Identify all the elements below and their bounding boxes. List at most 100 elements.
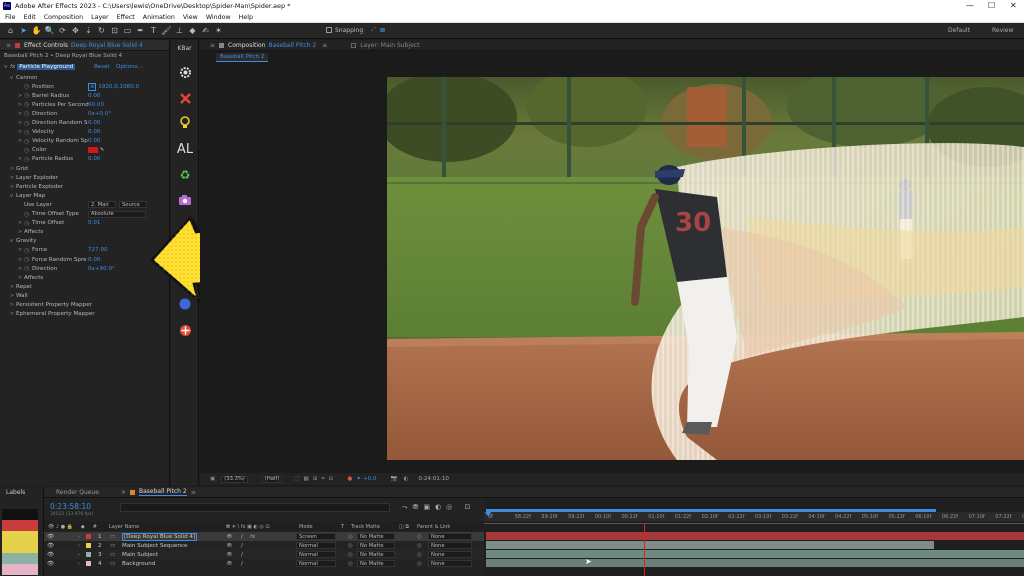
stopwatch-icon[interactable]: ◷	[24, 211, 32, 218]
orbit-tool-icon[interactable]: ⟳	[56, 25, 69, 37]
stopwatch-icon[interactable]: ◷	[24, 120, 32, 127]
timeline-switches-icons[interactable]: ⤳⛃▣◐◎ ⊡	[402, 503, 475, 512]
col-layer-name[interactable]: Layer Name	[109, 524, 139, 530]
quality-switch-icon[interactable]: /	[241, 552, 243, 558]
snapping-checkbox[interactable]	[326, 27, 332, 33]
color-swatch[interactable]	[88, 147, 98, 154]
shy-switch-icon[interactable]: ⛃	[227, 561, 232, 567]
effect-property-row[interactable]: > ◷ Direction Random S 0.00	[0, 119, 158, 128]
layer-twirl-icon[interactable]: ›	[78, 561, 80, 567]
effect-name[interactable]: Particle Playground	[17, 64, 76, 70]
composition-viewer[interactable]: 30	[387, 77, 1024, 460]
label-color-swatch[interactable]	[2, 564, 38, 575]
menu-animation[interactable]: Animation	[143, 14, 175, 21]
effect-property-value[interactable]: 0x+90.0°	[88, 266, 115, 272]
3d-view-icon[interactable]: ⊟	[329, 476, 334, 482]
effect-property-row[interactable]: ◷ Color ✎	[0, 146, 158, 155]
track-matte-pickwhip-icon[interactable]: ◎	[348, 561, 353, 567]
home-icon[interactable]: ⌂	[4, 25, 17, 37]
track-matte-dropdown[interactable]: No Matte	[357, 551, 395, 558]
time-navigator-start-icon[interactable]: ◆	[485, 509, 492, 518]
effects-switch-icon[interactable]: fx	[250, 534, 255, 540]
visibility-eye-icon[interactable]: 👁	[47, 552, 54, 558]
timeline-search-input[interactable]	[120, 503, 390, 512]
recycle-icon[interactable]: ♻	[176, 167, 194, 183]
quality-switch-icon[interactable]: /	[241, 543, 243, 549]
parent-dropdown[interactable]: None	[428, 560, 472, 567]
timeline-comp-tab[interactable]: Baseball Pitch 2	[139, 488, 187, 496]
effect-property-row[interactable]: > ◷ Force Random Spre 0.00	[0, 255, 158, 264]
effect-controls-layer-name[interactable]: Deep Royal Blue Solid 4	[71, 42, 143, 49]
label-color-swatch[interactable]	[2, 542, 38, 553]
stopwatch-icon[interactable]: ◷	[24, 220, 32, 227]
label-color-swatch[interactable]	[2, 509, 38, 520]
puppet-tool-icon[interactable]: ✶	[212, 25, 225, 37]
current-time-indicator[interactable]	[644, 523, 646, 576]
menu-help[interactable]: Help	[239, 14, 253, 21]
show-snapshot-icon[interactable]: ◐	[404, 476, 409, 482]
shy-switch-icon[interactable]: ⛃	[227, 543, 232, 549]
timeline-tab-menu-icon[interactable]: ≡	[191, 489, 196, 496]
close-icon[interactable]: ✕	[1010, 1, 1017, 10]
track-matte-pickwhip-icon[interactable]: ◎	[348, 534, 353, 540]
layer-row[interactable]: 👁 › 2 ▭ Main Subject Sequence ⛃ / Normal ◎ No Mat…	[44, 541, 484, 550]
effect-property-value[interactable]: 727.00	[88, 247, 108, 253]
shy-switch-icon[interactable]: ⛃	[227, 534, 232, 540]
quality-switch-icon[interactable]: /	[241, 561, 243, 567]
snap-options-icon[interactable]: ⤢	[371, 26, 376, 34]
region-of-interest-icon[interactable]: ⬚	[294, 476, 299, 482]
track-matte-pickwhip-icon[interactable]: ◎	[348, 552, 353, 558]
al-text-icon[interactable]: AL	[176, 141, 194, 157]
stopwatch-icon[interactable]: ◷	[24, 83, 32, 90]
effect-property-row[interactable]: > ◷ Barrel Radius 0.00	[0, 91, 158, 100]
red-move-icon[interactable]	[176, 322, 194, 338]
zoom-tool-icon[interactable]: 🔍	[43, 25, 56, 37]
stopwatch-icon[interactable]: ◷	[24, 138, 32, 145]
hand-tool-icon[interactable]: ✋	[30, 25, 43, 37]
comp-flowchart-tab[interactable]: Baseball Pitch 2	[216, 53, 269, 62]
effect-property-row[interactable]: > Particle Exploder	[0, 182, 158, 191]
parent-pickwhip-icon[interactable]: ◎	[417, 534, 422, 540]
layer-row[interactable]: 👁 › 1 ▭ [Deep Royal Blue Solid 4] ⛃ / fx Screen ◎…	[44, 532, 484, 541]
effect-property-row[interactable]: > ◷ Direction 0x+90.0°	[0, 264, 158, 273]
effect-property-value[interactable]: 0.00	[88, 156, 100, 162]
layer-twirl-icon[interactable]: ›	[78, 534, 80, 540]
visibility-eye-icon[interactable]: 👁	[47, 561, 54, 567]
crosshair-icon[interactable]	[176, 90, 194, 106]
track-matte-dropdown[interactable]: No Matte	[357, 560, 395, 567]
pen-tool-icon[interactable]: ✒	[134, 25, 147, 37]
stopwatch-icon[interactable]: ◷	[24, 129, 32, 136]
menu-composition[interactable]: Composition	[44, 14, 83, 21]
timeline-tab-close-icon[interactable]: ✕	[121, 489, 126, 496]
effect-property-dropdown[interactable]: Source	[119, 201, 147, 209]
layer-viewer-tab[interactable]: Layer: Main Subject	[360, 42, 419, 49]
parent-dropdown[interactable]: None	[428, 542, 472, 549]
current-time-readout[interactable]: 0:24:01:10	[418, 476, 449, 482]
effect-property-value[interactable]: 0.00	[88, 120, 100, 126]
layer-duration-bar[interactable]	[486, 550, 1024, 558]
effect-property-row[interactable]: > Layer Exploder	[0, 173, 158, 182]
effect-property-value[interactable]: 0x+0.0°	[88, 111, 111, 117]
color-channel-icon[interactable]: ●	[347, 476, 352, 482]
stopwatch-icon[interactable]: ◷	[24, 147, 32, 154]
effect-property-dropdown[interactable]: Absolute	[88, 210, 146, 218]
effect-property-value[interactable]: 1920.0,1080.0	[98, 84, 139, 90]
snap-grid-icon[interactable]: ⊠	[380, 27, 385, 34]
minimize-icon[interactable]: —	[966, 1, 974, 10]
label-color-swatch[interactable]	[2, 531, 38, 542]
track-matte-dropdown[interactable]: No Matte	[357, 533, 395, 540]
effect-property-row[interactable]: v Gravity	[0, 237, 158, 246]
comp-tab-menu-icon[interactable]: ≡	[322, 42, 327, 49]
pan-tool-icon[interactable]: ✥	[69, 25, 82, 37]
parent-dropdown[interactable]: None	[428, 551, 472, 558]
effect-property-row[interactable]: > ◷ Direction 0x+0.0°	[0, 109, 158, 118]
effect-property-row[interactable]: Use Layer 2. Mair Source	[0, 200, 158, 209]
dolly-tool-icon[interactable]: ⇣	[82, 25, 95, 37]
layer-mode-dropdown[interactable]: Normal	[296, 551, 336, 558]
panel-menu-icon[interactable]: ≡	[6, 42, 11, 49]
effect-property-value[interactable]: 0.01	[88, 220, 100, 226]
layer-duration-bar[interactable]	[486, 541, 934, 549]
stopwatch-icon[interactable]: ◷	[24, 265, 32, 272]
label-color-swatch[interactable]	[2, 553, 38, 564]
label-color-swatch[interactable]	[2, 520, 38, 531]
